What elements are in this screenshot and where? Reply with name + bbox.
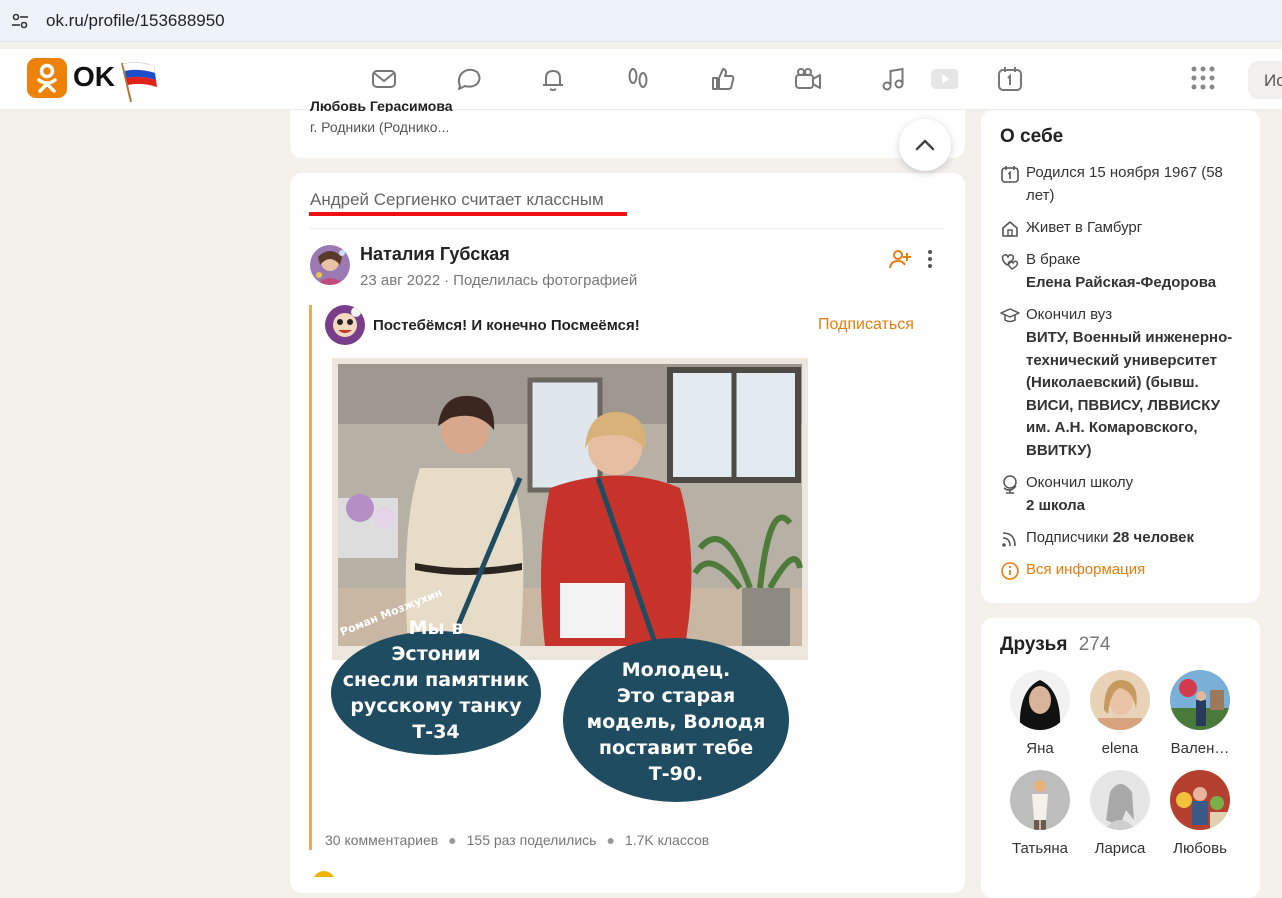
group-name[interactable]: Постебёмся! И конечно Посмеёмся! xyxy=(373,317,640,334)
lives-text[interactable]: Живет в Гамбург xyxy=(1026,217,1241,240)
university-label: Окончил вуз xyxy=(1026,306,1113,323)
hearts-icon xyxy=(1001,253,1019,270)
bubble-left-line: Эстонии xyxy=(391,643,480,665)
guests-icon[interactable] xyxy=(623,64,653,94)
friend-name: elena xyxy=(1101,740,1139,757)
subscribers-value: 28 человек xyxy=(1112,529,1194,546)
friend-name: Татьяна xyxy=(1012,840,1068,857)
site-settings-icon[interactable] xyxy=(10,11,30,31)
logo-text[interactable]: OK xyxy=(73,61,115,93)
friend-name: Любовь xyxy=(1173,840,1227,857)
globe-icon xyxy=(1003,475,1017,494)
friend-card[interactable]: Лариса xyxy=(1080,770,1160,857)
bell-icon[interactable] xyxy=(538,64,568,94)
chat-icon[interactable] xyxy=(454,64,484,94)
post-author[interactable]: Наталия Губская xyxy=(360,244,510,265)
music-icon[interactable] xyxy=(878,64,908,94)
home-icon xyxy=(1002,221,1018,237)
mail-icon[interactable] xyxy=(369,64,399,94)
like-icon[interactable] xyxy=(708,64,738,94)
friend-name: Вален… xyxy=(1170,740,1230,757)
bubble-left-line: снесли памятник xyxy=(343,669,530,691)
friend-card[interactable]: Вален… xyxy=(1160,670,1240,757)
calendar-icon xyxy=(1001,166,1019,183)
friends-title[interactable]: Друзья 274 xyxy=(1000,634,1110,656)
married-label: В браке xyxy=(1026,251,1081,268)
repost-indicator-bar xyxy=(309,305,312,850)
friend-card[interactable]: Татьяна xyxy=(1000,770,1080,857)
more-options-icon[interactable] xyxy=(921,247,939,271)
post-stats: 30 комментариев ● 155 раз поделились ● 1.7K … xyxy=(325,832,710,848)
post-action: Поделилась фотографией xyxy=(453,272,638,289)
graduation-cap-icon xyxy=(1000,308,1020,323)
video-call-icon[interactable] xyxy=(793,64,823,94)
subscribe-button[interactable]: Подписаться xyxy=(818,316,914,334)
bubble-right-line: поставит тебе xyxy=(599,737,753,759)
friend-name: Лариса xyxy=(1094,840,1146,857)
friend-name: Яна xyxy=(1026,740,1054,757)
site-header: OK Ис xyxy=(0,49,1282,110)
friend-card[interactable]: elena xyxy=(1080,670,1160,757)
friend-avatar xyxy=(1090,770,1150,830)
bubble-right-line: модель, Володя xyxy=(587,711,766,733)
post-date[interactable]: 23 авг 2022 xyxy=(360,272,440,289)
friend-card[interactable]: Любовь xyxy=(1160,770,1240,857)
about-title: О себе xyxy=(1000,126,1064,147)
post-meta: 23 авг 2022 · Поделилась фотографией xyxy=(360,272,638,289)
shares-count[interactable]: 155 раз поделились xyxy=(467,832,597,848)
bubble-left-line: русскому танку xyxy=(350,695,522,717)
friend-card[interactable]: Яна xyxy=(1000,670,1080,757)
bubble-right-line: Т-90. xyxy=(649,763,704,785)
all-info-link[interactable]: Вся информация xyxy=(1026,559,1241,582)
actions-row-peek xyxy=(310,866,950,877)
friend-avatar xyxy=(1170,670,1230,730)
author-avatar[interactable] xyxy=(310,245,350,285)
previous-card-name[interactable]: Любовь Герасимова xyxy=(310,98,510,112)
url-text[interactable]: ok.ru/profile/153688950 xyxy=(46,11,225,31)
previous-card-city: г. Родники (Роднико... xyxy=(310,119,450,135)
scroll-up-button[interactable] xyxy=(899,119,951,171)
bubble-left-line: Т-34 xyxy=(412,721,459,743)
comments-count[interactable]: 30 комментариев xyxy=(325,832,438,848)
video-icon[interactable] xyxy=(928,64,959,94)
spouse-name[interactable]: Елена Райская-Федорова xyxy=(1026,272,1241,295)
rss-icon xyxy=(1002,532,1016,547)
liked-heading[interactable]: Андрей Сергиенко считает классным xyxy=(310,190,604,210)
friends-count: 274 xyxy=(1078,634,1111,655)
search-input[interactable]: Ис xyxy=(1248,61,1282,99)
subscribers-label: Подписчики xyxy=(1026,529,1109,546)
divider xyxy=(310,228,945,229)
school-label: Окончил школу xyxy=(1026,474,1134,491)
friends-title-label: Друзья xyxy=(1000,634,1068,655)
calendar-icon[interactable] xyxy=(995,64,1025,94)
post-photo[interactable]: Роман Мозжухин Мы в Эстонии снесли памят… xyxy=(330,358,810,818)
russia-flag-icon xyxy=(121,62,157,103)
apps-grid-icon[interactable] xyxy=(1189,64,1219,94)
friend-avatar xyxy=(1090,670,1150,730)
friend-avatar xyxy=(1010,770,1070,830)
friend-avatar xyxy=(1170,770,1230,830)
chevron-up-icon xyxy=(915,139,935,151)
info-icon xyxy=(1001,562,1019,580)
add-friend-icon[interactable] xyxy=(888,247,912,271)
bubble-left-line: Мы в xyxy=(409,617,464,639)
ok-logo-icon[interactable] xyxy=(27,58,67,98)
group-avatar[interactable] xyxy=(325,305,365,345)
friend-avatar xyxy=(1010,670,1070,730)
bubble-right-line: Молодец. xyxy=(622,659,730,681)
school-name[interactable]: 2 школа xyxy=(1026,495,1241,518)
red-underline-annotation xyxy=(309,212,627,216)
classes-count[interactable]: 1.7K классов xyxy=(625,832,709,848)
born-text: Родился 15 ноября 1967 (58 лет) xyxy=(1026,164,1223,204)
browser-address-bar: ok.ru/profile/153688950 xyxy=(0,0,1282,42)
university-name[interactable]: ВИТУ, Военный инженерно-технический унив… xyxy=(1026,327,1238,462)
bubble-right-line: Это старая xyxy=(617,685,735,707)
